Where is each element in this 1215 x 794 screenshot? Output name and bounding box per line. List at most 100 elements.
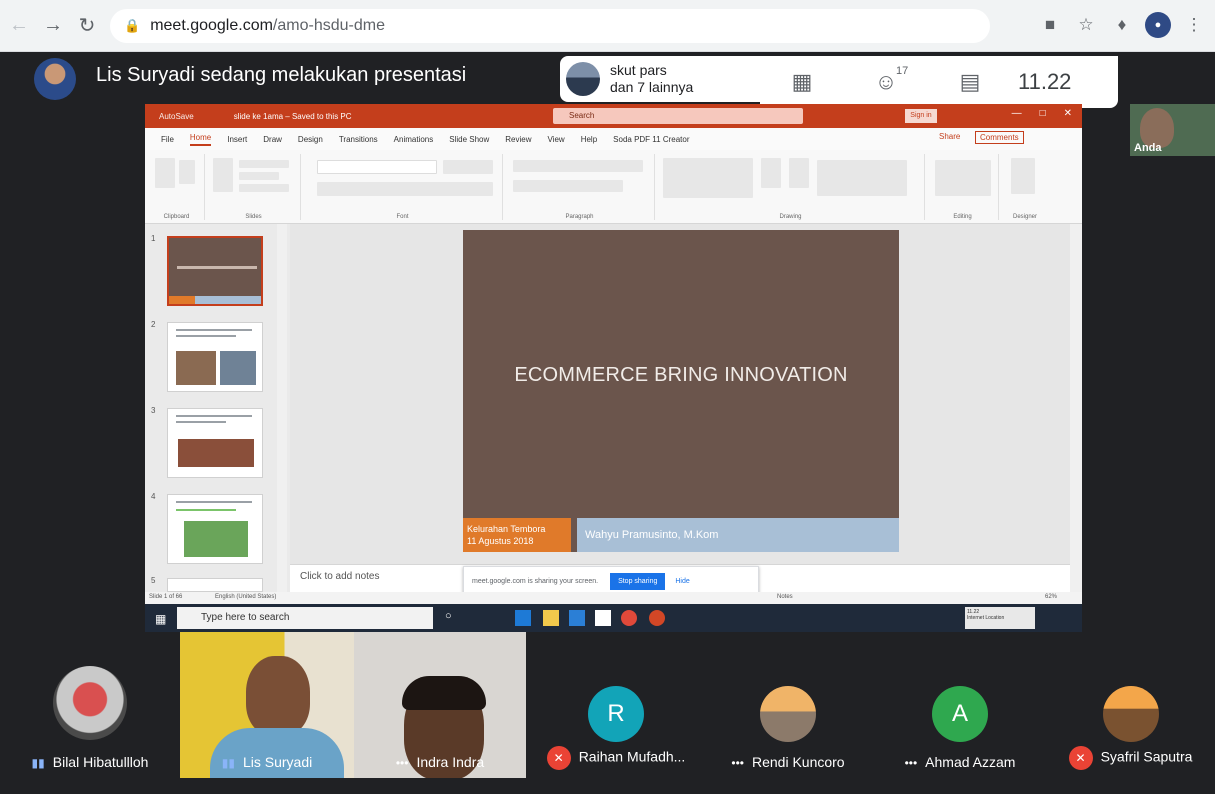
design-ideas-icon[interactable] bbox=[1011, 158, 1035, 194]
lock-icon: 🔒 bbox=[124, 17, 141, 33]
ribbon-tabs: File Home Insert Draw Design Transitions… bbox=[145, 128, 1082, 150]
thumbs-scrollbar[interactable] bbox=[277, 224, 287, 592]
ribbon-group-editing: Editing bbox=[927, 154, 999, 220]
tab-draw[interactable]: Draw bbox=[263, 135, 282, 144]
autosave-toggle[interactable]: AutoSave bbox=[159, 112, 194, 121]
participant-avatar bbox=[1102, 686, 1159, 742]
tab-transitions[interactable]: Transitions bbox=[339, 135, 378, 144]
cortana-icon[interactable]: ○ bbox=[445, 610, 461, 626]
tab-insert[interactable]: Insert bbox=[227, 135, 247, 144]
ribbon-group-font: Font bbox=[303, 154, 503, 220]
group-label-paragraph: Paragraph bbox=[565, 214, 594, 220]
current-slide[interactable]: ECOMMERCE BRING INNOVATION Kelurahan Tem… bbox=[463, 230, 899, 552]
url-host: meet.google.com bbox=[150, 16, 273, 34]
star-icon[interactable]: ☆ bbox=[1073, 10, 1099, 40]
slide-thumb-3[interactable] bbox=[167, 408, 263, 478]
chrome-icon[interactable] bbox=[621, 610, 637, 626]
slide-thumb-5[interactable] bbox=[167, 578, 263, 592]
layout-icon[interactable]: ▦ bbox=[760, 69, 844, 95]
group-label-font: Font bbox=[396, 214, 409, 220]
signin-button[interactable]: Sign in bbox=[905, 109, 937, 123]
tab-design[interactable]: Design bbox=[298, 135, 323, 144]
mail-icon[interactable] bbox=[569, 610, 585, 626]
arrange-icon[interactable] bbox=[761, 158, 781, 188]
edge-icon[interactable] bbox=[515, 610, 531, 626]
tab-file[interactable]: File bbox=[161, 135, 174, 144]
hide-button[interactable]: Hide bbox=[675, 578, 689, 585]
participant-tile-video[interactable]: ••• Indra Indra bbox=[354, 632, 526, 778]
minimize-icon[interactable]: — bbox=[1012, 108, 1022, 119]
share-message: meet.google.com is sharing your screen. bbox=[472, 577, 599, 585]
participant-strip: ▮▮ Bilal Hibatullloh ▮▮ Lis Suryadi ••• Ind… bbox=[0, 632, 1215, 794]
notes-button[interactable]: Notes bbox=[777, 594, 793, 600]
taskbar-tray[interactable]: 11.22 Internet Location bbox=[965, 607, 1035, 629]
stop-sharing-button[interactable]: Stop sharing bbox=[610, 572, 666, 590]
back-icon[interactable]: ← bbox=[4, 11, 34, 41]
participant-name: Ahmad Azzam bbox=[925, 754, 1016, 770]
tab-help[interactable]: Help bbox=[581, 135, 597, 144]
meet-controls: ▦ ☺ 17 ▤ 11.22 bbox=[760, 56, 1118, 108]
paste-icon[interactable] bbox=[155, 158, 175, 188]
tab-animations[interactable]: Animations bbox=[394, 135, 434, 144]
participant-tile[interactable]: ▮▮ Bilal Hibatullloh bbox=[0, 632, 180, 778]
self-video-tile[interactable]: Anda bbox=[1130, 104, 1215, 156]
profile-avatar[interactable]: ● bbox=[1145, 12, 1171, 38]
slide-number: 2 bbox=[151, 320, 156, 329]
slide-counter: Slide 1 of 66 bbox=[149, 594, 183, 600]
viewer-chip[interactable]: skut pars dan 7 lainnya bbox=[560, 56, 760, 102]
participant-tile[interactable]: ✕ Syafril Saputra bbox=[1046, 632, 1215, 778]
maximize-icon[interactable]: □ bbox=[1040, 108, 1046, 119]
group-label-designer: Designer bbox=[1012, 214, 1037, 220]
camera-icon[interactable]: ■ bbox=[1037, 10, 1063, 40]
slide-title: ECOMMERCE BRING INNOVATION bbox=[514, 364, 848, 386]
participant-tile[interactable]: R ✕ Raihan Mufadh... bbox=[530, 632, 702, 778]
chat-icon[interactable]: ▤ bbox=[928, 69, 1012, 95]
powerpoint-icon[interactable] bbox=[649, 610, 665, 626]
meeting-clock: 11.22 bbox=[1018, 69, 1072, 94]
ribbon-group-clipboard: Clipboard bbox=[149, 154, 205, 220]
extensions-icon[interactable]: ♦ bbox=[1109, 10, 1135, 40]
reload-icon[interactable]: ↻ bbox=[72, 11, 102, 41]
quick-styles-icon[interactable] bbox=[789, 158, 809, 188]
presenter-avatar bbox=[34, 58, 76, 100]
more-vert-icon[interactable]: ⋮ bbox=[1181, 10, 1207, 40]
participants-button[interactable]: ☺ 17 bbox=[844, 65, 928, 95]
slide-number: 4 bbox=[151, 492, 156, 501]
viewer-more: dan 7 lainnya bbox=[610, 79, 694, 95]
new-slide-icon[interactable] bbox=[213, 158, 233, 192]
shapes-gallery[interactable] bbox=[663, 158, 753, 198]
tab-home[interactable]: Home bbox=[189, 133, 212, 146]
tab-view[interactable]: View bbox=[548, 135, 565, 144]
close-icon[interactable]: ✕ bbox=[1064, 108, 1072, 119]
people-icon: ☺ bbox=[874, 69, 898, 94]
slide-scrollbar[interactable] bbox=[1070, 224, 1082, 592]
tab-review[interactable]: Review bbox=[505, 135, 531, 144]
store-icon[interactable] bbox=[595, 610, 611, 626]
slide-footer-left: Kelurahan Tembora 11 Agustus 2018 bbox=[463, 518, 571, 552]
tab-soda-pdf[interactable]: Soda PDF 11 Creator bbox=[613, 135, 689, 144]
self-label: Anda bbox=[1134, 142, 1162, 154]
more-dots-icon: ••• bbox=[904, 756, 918, 770]
file-explorer-icon[interactable] bbox=[543, 610, 559, 626]
participant-avatar: A bbox=[932, 686, 988, 742]
slide-thumb-4[interactable] bbox=[167, 494, 263, 564]
more-dots-icon: ••• bbox=[731, 756, 744, 770]
font-name-select[interactable] bbox=[317, 160, 437, 174]
taskbar-search[interactable]: Type here to search bbox=[177, 607, 433, 629]
slide-number: 5 bbox=[151, 576, 156, 585]
ribbon-group-drawing: Drawing bbox=[657, 154, 925, 220]
participant-tile[interactable]: A ••• Ahmad Azzam bbox=[874, 632, 1046, 778]
slide-thumb-2[interactable] bbox=[167, 322, 263, 392]
address-bar[interactable]: 🔒 meet.google.com/amo-hsdu-dme bbox=[110, 8, 990, 43]
ppt-search[interactable]: Search bbox=[553, 108, 803, 124]
forward-icon[interactable]: → bbox=[38, 11, 68, 41]
slide-thumb-1[interactable] bbox=[167, 236, 263, 306]
comments-button[interactable]: Comments bbox=[975, 131, 1024, 144]
windows-start-icon[interactable]: ▦ bbox=[155, 612, 166, 626]
participant-avatar bbox=[760, 686, 816, 742]
participant-tile[interactable]: ••• Rendi Kuncoro bbox=[702, 632, 874, 778]
participant-tile-video[interactable]: ▮▮ Lis Suryadi bbox=[180, 632, 354, 778]
share-button[interactable]: Share bbox=[939, 132, 960, 141]
slide-number: 3 bbox=[151, 406, 156, 415]
tab-slide-show[interactable]: Slide Show bbox=[449, 135, 489, 144]
